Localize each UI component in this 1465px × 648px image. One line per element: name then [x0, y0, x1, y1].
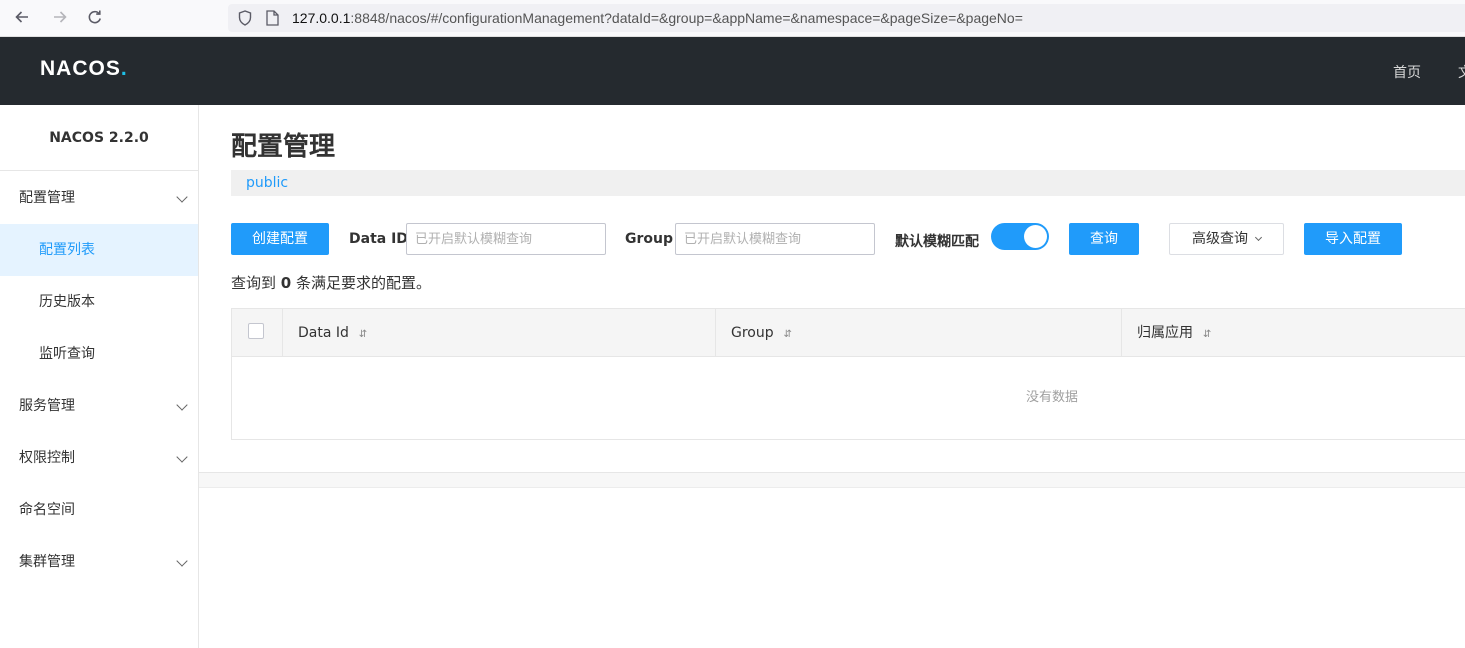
result-prefix: 查询到 [231, 274, 277, 292]
query-button[interactable]: 查询 [1069, 223, 1139, 255]
sidebar-item-listener-query[interactable]: 监听查询 [0, 328, 198, 380]
column-divider [282, 309, 283, 357]
data-id-label: Data ID [349, 231, 408, 247]
advanced-query-button[interactable]: 高级查询 [1169, 223, 1284, 255]
chevron-down-icon [176, 399, 188, 411]
sidebar-item-permission-control[interactable]: 权限控制 [0, 432, 198, 484]
forward-arrow-icon[interactable] [50, 8, 70, 28]
chevron-down-icon [176, 191, 188, 203]
namespace-link-public[interactable]: public [246, 175, 288, 191]
page-icon [266, 10, 279, 26]
app-header: NACOS. 首页 文 [0, 37, 1465, 105]
sidebar-item-label: 权限控制 [19, 450, 75, 466]
shield-icon [238, 10, 252, 26]
result-suffix: 条满足要求的配置。 [296, 274, 432, 292]
sidebar-item-service-management[interactable]: 服务管理 [0, 380, 198, 432]
column-header-data-id[interactable]: Data Id ⇵ [298, 309, 367, 357]
reload-icon[interactable] [85, 8, 105, 28]
sidebar-item-label: 监听查询 [39, 346, 95, 362]
group-input[interactable] [675, 223, 875, 255]
sidebar-item-config-management[interactable]: 配置管理 [0, 172, 198, 224]
version-label: NACOS 2.2.0 [0, 105, 198, 171]
result-summary: 查询到 0 条满足要求的配置。 [231, 272, 431, 293]
sidebar-item-config-list[interactable]: 配置列表 [0, 224, 198, 276]
toggle-knob [1024, 225, 1047, 248]
chevron-down-icon [176, 555, 188, 567]
sidebar: NACOS 2.2.0 配置管理 配置列表 历史版本 监听查询 服务管理 权限控… [0, 105, 199, 648]
column-header-group[interactable]: Group ⇵ [731, 309, 792, 357]
namespace-bar: public [231, 170, 1465, 196]
column-divider [715, 309, 716, 357]
back-arrow-icon[interactable] [12, 8, 32, 28]
table-header: Data Id ⇵ Group ⇵ 归属应用 ⇵ [232, 309, 1465, 357]
advanced-query-label: 高级查询 [1192, 231, 1248, 247]
create-config-button[interactable]: 创建配置 [231, 223, 329, 255]
select-all-checkbox[interactable] [248, 323, 264, 339]
home-link[interactable]: 首页 [1393, 62, 1421, 82]
url-text[interactable]: 127.0.0.1:8848/nacos/#/configurationMana… [292, 10, 1023, 26]
chevron-down-icon [176, 451, 188, 463]
sort-icon[interactable]: ⇵ [359, 329, 367, 340]
sidebar-item-label: 服务管理 [19, 398, 75, 414]
url-host: 127.0.0.1 [292, 10, 351, 26]
config-table: Data Id ⇵ Group ⇵ 归属应用 ⇵ 没有数据 [231, 308, 1465, 440]
docs-link[interactable]: 文 [1458, 62, 1465, 82]
empty-state-text: 没有数据 [1025, 390, 1078, 405]
sidebar-item-label: 命名空间 [19, 502, 75, 518]
address-bar[interactable]: 127.0.0.1:8848/nacos/#/configurationMana… [228, 4, 1465, 32]
sidebar-item-cluster-management[interactable]: 集群管理 [0, 536, 198, 588]
pagination-bar [199, 472, 1465, 488]
sidebar-item-label: 集群管理 [19, 554, 75, 570]
page-title: 配置管理 [231, 132, 336, 162]
sidebar-item-label: 配置列表 [39, 242, 95, 258]
data-id-input[interactable] [406, 223, 606, 255]
sidebar-item-label: 历史版本 [39, 294, 95, 310]
sidebar-item-label: 配置管理 [19, 190, 75, 206]
fuzzy-match-toggle[interactable] [991, 223, 1049, 250]
sort-icon[interactable]: ⇵ [1203, 329, 1211, 340]
nacos-logo[interactable]: NACOS. [40, 57, 128, 81]
sidebar-item-history[interactable]: 历史版本 [0, 276, 198, 328]
import-config-button[interactable]: 导入配置 [1304, 223, 1402, 255]
column-header-app[interactable]: 归属应用 ⇵ [1137, 309, 1211, 357]
result-count: 0 [280, 274, 292, 292]
sidebar-item-namespace[interactable]: 命名空间 [0, 484, 198, 536]
chevron-down-icon [1254, 233, 1263, 242]
url-path: :8848/nacos/#/configurationManagement?da… [350, 10, 1023, 26]
fuzzy-match-label: 默认模糊匹配 [895, 234, 979, 250]
group-label: Group [625, 231, 674, 247]
browser-toolbar: 127.0.0.1:8848/nacos/#/configurationMana… [0, 0, 1465, 37]
column-divider [1121, 309, 1122, 357]
sort-icon[interactable]: ⇵ [784, 329, 792, 340]
